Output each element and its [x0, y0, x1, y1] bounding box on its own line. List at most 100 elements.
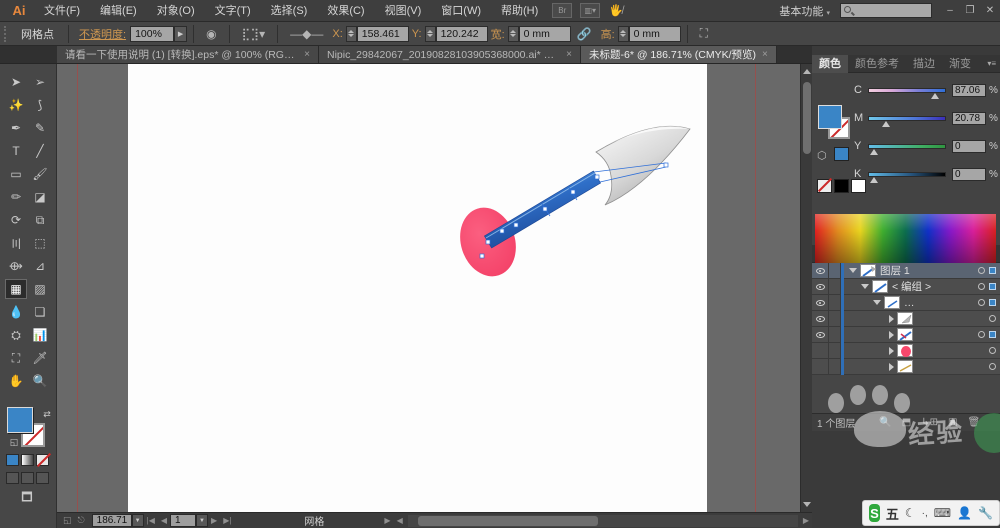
arrow-shaft-shape[interactable]	[483, 170, 602, 249]
lock-toggle[interactable]	[829, 358, 841, 375]
layer-thumbnail[interactable]	[860, 264, 876, 277]
yellow-value-input[interactable]: 0	[952, 139, 986, 153]
visibility-toggle[interactable]	[812, 326, 829, 343]
opacity-link[interactable]: 不透明度:	[79, 26, 126, 42]
lock-toggle[interactable]	[829, 262, 841, 279]
draw-normal-button[interactable]	[6, 472, 19, 484]
expand-icon[interactable]	[861, 284, 869, 289]
artboard-tool[interactable]: ⛶	[5, 348, 27, 368]
recolor-artwork-icon[interactable]: ◉	[206, 27, 216, 41]
make-clipping-mask-icon[interactable]: ⬒	[902, 417, 911, 428]
menu-type[interactable]: 文字(T)	[205, 0, 261, 22]
arrow-artwork[interactable]	[57, 64, 800, 512]
tab-close-icon[interactable]: ×	[566, 49, 572, 60]
line-segment-tool[interactable]: ╱	[29, 141, 51, 161]
punctuation-icon[interactable]: ·,	[922, 508, 928, 519]
white-swatch[interactable]	[851, 179, 866, 193]
gesture-off-icon[interactable]: 🖐̸	[609, 4, 623, 17]
slider-thumb[interactable]	[931, 92, 940, 99]
yellow-slider[interactable]	[868, 143, 946, 155]
target-icon[interactable]	[978, 299, 985, 306]
layer-row-3[interactable]: …	[812, 294, 1000, 311]
free-transform-tool[interactable]: ⬚	[29, 233, 51, 253]
cyan-slider[interactable]	[868, 87, 946, 99]
panel-menu-icon[interactable]: ▾≡	[987, 59, 996, 68]
document-tab-2[interactable]: Nipic_29842067_20190828103905368000.ai* …	[319, 46, 581, 63]
opacity-input[interactable]: 100%	[130, 25, 175, 42]
moon-icon[interactable]: ☾	[905, 506, 916, 520]
slice-tool[interactable]: 🗡	[29, 348, 51, 368]
hand-tool[interactable]: ✋	[5, 371, 27, 391]
layer-name[interactable]: …	[904, 297, 915, 309]
bridge-icon[interactable]: Br	[552, 3, 573, 18]
horizontal-scroll-thumb[interactable]	[417, 515, 598, 526]
keyboard-icon[interactable]: ⌨	[934, 506, 951, 520]
paintbrush-tool[interactable]: 🖌	[29, 164, 51, 184]
rectangle-tool[interactable]: ▭	[5, 164, 27, 184]
visibility-toggle[interactable]	[812, 358, 829, 375]
type-tool[interactable]: T	[5, 141, 27, 161]
document-tab-1[interactable]: 请看一下使用说明 (1) [转换].eps* @ 100% (RGB/预... …	[57, 46, 319, 63]
last-artboard-icon[interactable]: ▶|	[223, 516, 231, 525]
sogou-logo-icon[interactable]: S	[869, 504, 880, 522]
blend-tool[interactable]: ❏	[29, 302, 51, 322]
tab-close-icon[interactable]: ×	[762, 49, 768, 60]
new-sublayer-icon[interactable]: ↳⊞	[921, 417, 938, 428]
height-input[interactable]: 0 mm	[628, 25, 681, 42]
menu-file[interactable]: 文件(F)	[34, 0, 90, 22]
tab-color-guide[interactable]: 颜色参考	[848, 55, 906, 73]
ime-mode-wubi[interactable]: 五	[886, 504, 899, 523]
layer-row-6[interactable]	[812, 342, 1000, 359]
black-swatch[interactable]	[834, 179, 849, 193]
expand-icon[interactable]	[873, 300, 881, 305]
lasso-tool[interactable]: ⟆	[29, 95, 51, 115]
y-input[interactable]: 120.242	[435, 25, 488, 42]
shape-builder-tool[interactable]: ⟴	[5, 256, 27, 276]
layer-row-5[interactable]	[812, 326, 1000, 343]
fill-proxy-swatch[interactable]	[818, 105, 842, 129]
expand-icon[interactable]	[849, 268, 857, 273]
menu-help[interactable]: 帮助(H)	[491, 0, 548, 22]
fill-color-swatch[interactable]	[7, 407, 33, 433]
slider-thumb[interactable]	[881, 120, 890, 127]
perspective-grid-tool[interactable]: ⊿	[29, 256, 51, 276]
color-mode-button[interactable]	[6, 454, 19, 466]
scale-tool[interactable]: ⧉	[29, 210, 51, 230]
horizontal-scrollbar[interactable]	[407, 514, 798, 527]
lock-toggle[interactable]	[829, 278, 841, 295]
menu-view[interactable]: 视图(V)	[375, 0, 432, 22]
layer-name[interactable]: 图层 1	[880, 263, 910, 278]
menu-edit[interactable]: 编辑(E)	[90, 0, 147, 22]
tab-close-icon[interactable]: ×	[304, 49, 310, 60]
magic-wand-tool[interactable]: ✨	[5, 95, 27, 115]
layer-row-2[interactable]: < 编组 >	[812, 278, 1000, 295]
workspace-switcher[interactable]: 基本功能 ▾	[779, 3, 830, 19]
window-restore-button[interactable]: ❐	[960, 5, 980, 16]
slider-thumb[interactable]	[869, 176, 878, 183]
x-stepper[interactable]	[345, 25, 357, 42]
swap-fill-stroke-icon[interactable]: ⇄	[36, 404, 58, 424]
delete-layer-icon[interactable]: 🗑	[967, 417, 980, 428]
target-icon[interactable]	[989, 347, 996, 354]
pen-tool[interactable]: ✒	[5, 118, 27, 138]
selection-tool[interactable]: ➤	[5, 72, 27, 92]
width-input[interactable]: 0 mm	[518, 25, 571, 42]
lock-toggle[interactable]	[829, 294, 841, 311]
magenta-value-input[interactable]: 20.78	[952, 111, 986, 125]
vertical-scrollbar[interactable]	[800, 64, 812, 512]
next-artboard-icon[interactable]: ▶	[211, 516, 217, 525]
layer-thumbnail[interactable]	[897, 360, 913, 373]
tab-stroke[interactable]: 描边	[906, 55, 942, 73]
target-icon[interactable]	[978, 267, 985, 274]
layer-row-4[interactable]	[812, 310, 1000, 327]
vertical-scroll-thumb[interactable]	[803, 82, 811, 154]
draw-behind-button[interactable]	[21, 472, 34, 484]
draw-inside-button[interactable]	[36, 472, 49, 484]
tab-color[interactable]: 颜色	[812, 54, 848, 73]
panel-grip[interactable]	[4, 25, 9, 42]
tab-gradient[interactable]: 渐变	[942, 55, 978, 73]
layer-row-7[interactable]	[812, 358, 1000, 375]
gradient-tool[interactable]: ▨	[29, 279, 51, 299]
out-of-gamut-cube-icon[interactable]: ⬡	[817, 149, 827, 162]
new-layer-icon[interactable]: ▣	[948, 417, 957, 428]
